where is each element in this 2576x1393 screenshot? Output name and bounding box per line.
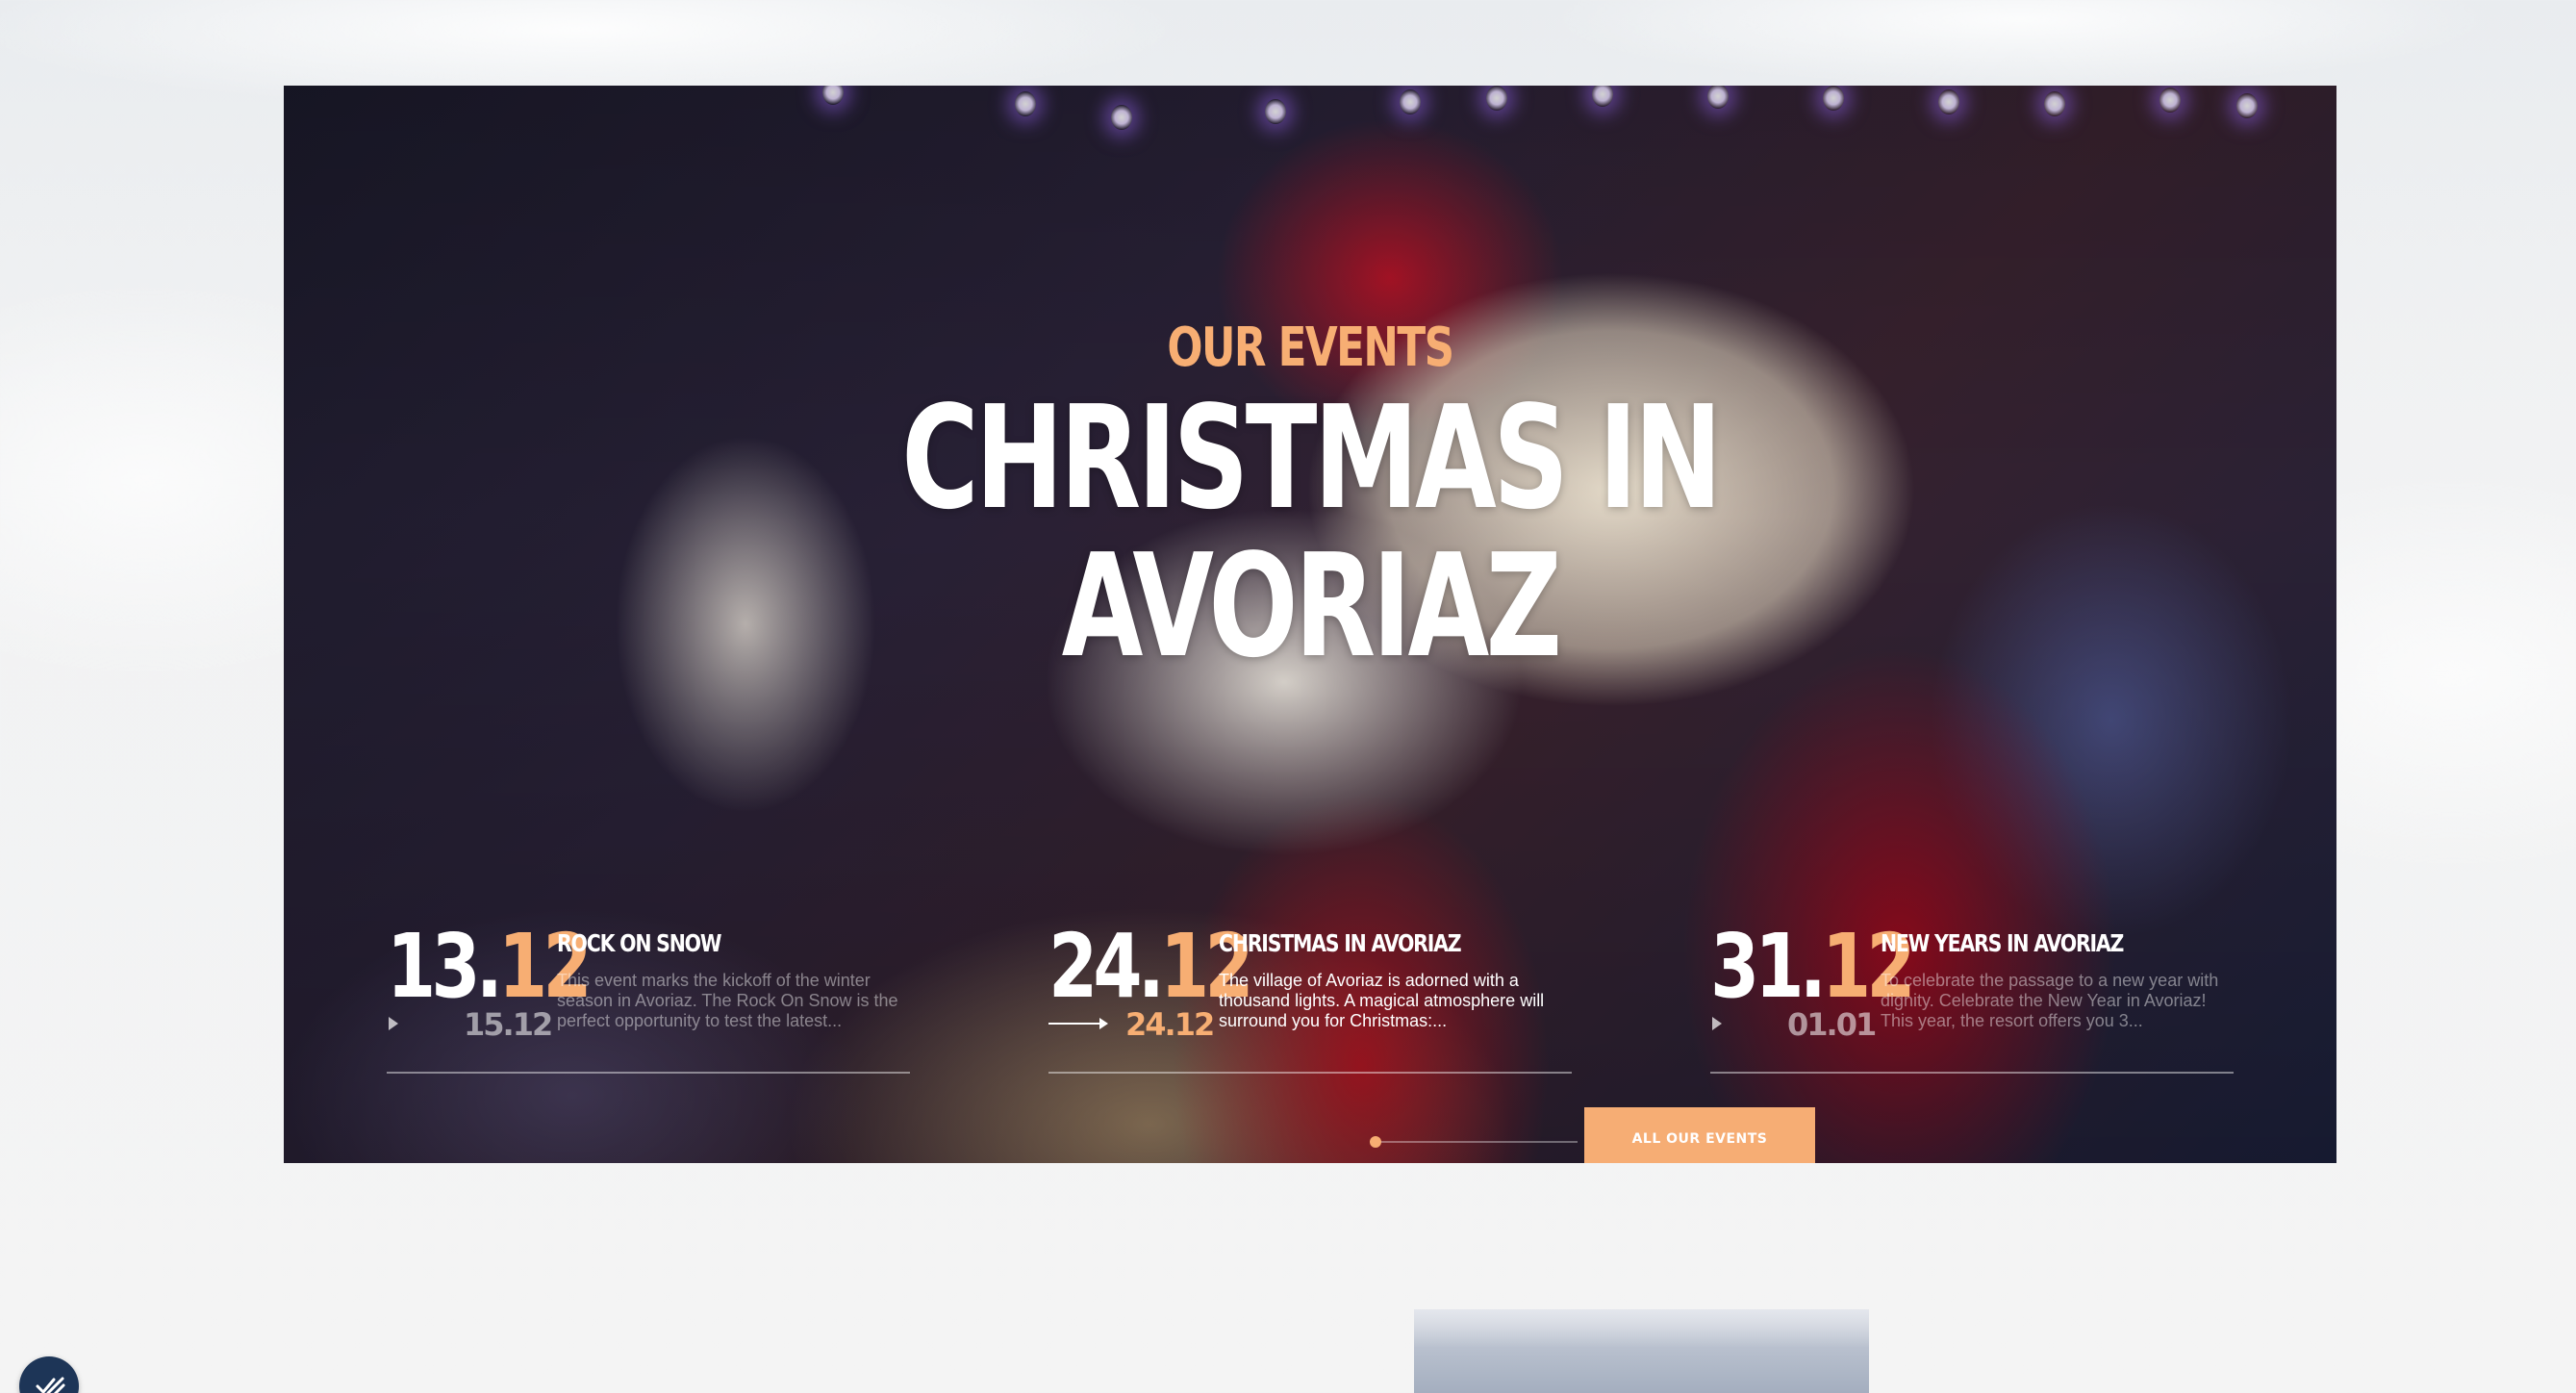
image-preview — [1414, 1309, 1869, 1393]
event-item-new-years-in-avoriaz[interactable]: 31.12 01.01 NEW YEARS IN AVORIAZ To cele… — [1710, 913, 2234, 1074]
floating-action-button[interactable] — [19, 1356, 79, 1393]
slider-handle[interactable] — [1370, 1136, 1381, 1148]
hero-title: CHRISTMAS IN AVORIAZ — [901, 375, 1722, 689]
event-title[interactable]: NEW YEARS IN AVORIAZ — [1881, 929, 2124, 957]
event-title[interactable]: ROCK ON SNOW — [557, 929, 721, 957]
event-item-rock-on-snow[interactable]: 13.12 15.12 ROCK ON SNOW This event mark… — [387, 913, 910, 1074]
arrow-right-icon — [1048, 1018, 1108, 1029]
slider-track[interactable] — [1376, 1141, 1578, 1143]
event-day: 24. — [1048, 915, 1165, 1018]
event-description: To celebrate the passage to a new year w… — [1881, 971, 2219, 1030]
event-description: The village of Avoriaz is adorned with a… — [1219, 971, 1545, 1030]
event-day: 13. — [387, 915, 503, 1018]
hero-kicker: OUR EVENTS — [1167, 317, 1454, 379]
play-icon[interactable] — [1712, 1017, 1722, 1030]
event-description: This event marks the kickoff of the wint… — [557, 971, 898, 1030]
hero-banner: OUR EVENTS CHRISTMAS IN AVORIAZ 13.12 15.… — [284, 86, 2336, 1163]
play-icon[interactable] — [389, 1017, 398, 1030]
event-item-christmas-in-avoriaz[interactable]: 24.12 24.12 CHRISTMAS IN AVORIAZ The vil… — [1048, 913, 1572, 1074]
event-end-date: 01.01 — [1787, 1006, 1877, 1043]
event-end-date: 15.12 — [464, 1006, 553, 1043]
event-title[interactable]: CHRISTMAS IN AVORIAZ — [1219, 929, 1462, 957]
check-list-icon — [36, 1377, 65, 1393]
event-end-date: 24.12 — [1125, 1006, 1215, 1043]
all-events-button[interactable]: ALL OUR EVENTS — [1584, 1107, 1815, 1163]
events-list: 13.12 15.12 ROCK ON SNOW This event mark… — [387, 913, 2234, 1074]
event-day: 31. — [1710, 915, 1827, 1018]
